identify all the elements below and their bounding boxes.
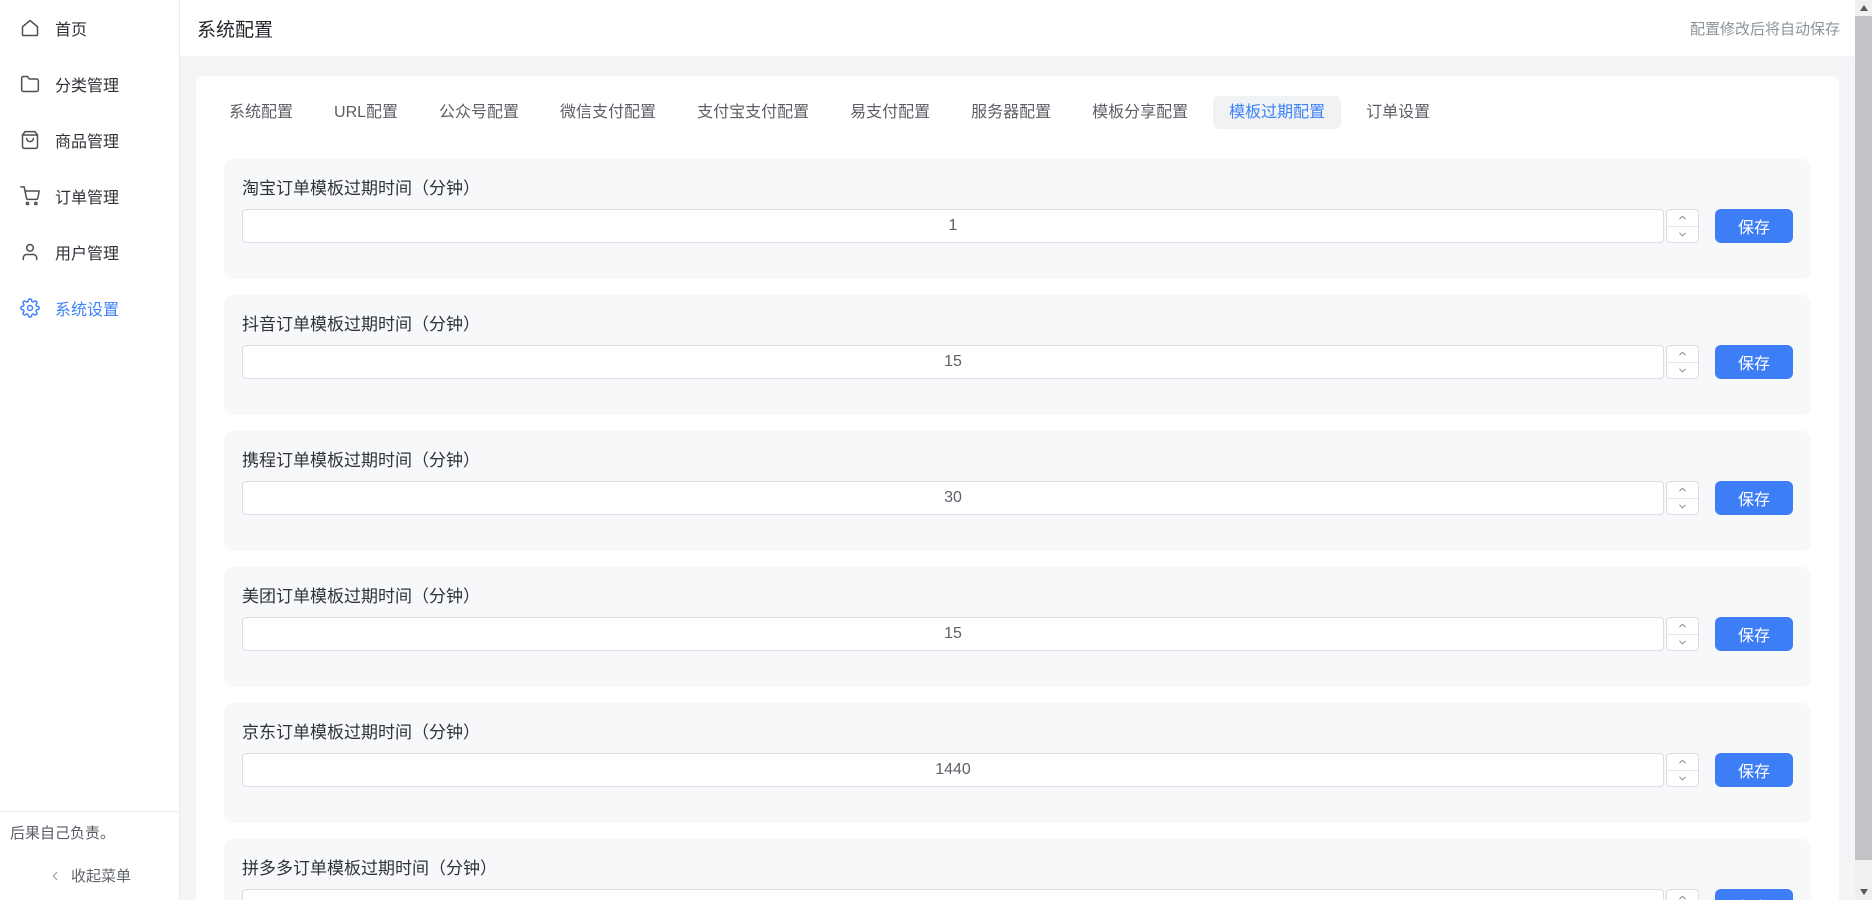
scroll-up-button[interactable] [1855,0,1872,16]
config-card: 系统配置 URL配置公众号配置微信支付配置支付宝支付配置易支付配置服务器配置模板分… [196,76,1839,900]
config-section-jingdong: 京东订单模板过期时间（分钟） 保存 [224,703,1811,823]
spinner-up-button[interactable] [1667,482,1698,498]
sidebar-item-label: 用户管理 [55,240,119,264]
section-input-row: 保存 [242,617,1793,651]
tab-4[interactable]: 支付宝支付配置 [681,96,825,129]
sidebar-item-label: 商品管理 [55,128,119,152]
expiry-minutes-input[interactable] [242,753,1664,787]
number-spinner [1666,753,1699,787]
folder-icon [20,74,40,94]
spinner-up-button[interactable] [1667,754,1698,770]
tab-3[interactable]: 微信支付配置 [544,96,672,129]
number-spinner [1666,617,1699,651]
tab-9[interactable]: 订单设置 [1350,96,1446,129]
spinner-up-button[interactable] [1667,890,1698,900]
tab-2[interactable]: 公众号配置 [423,96,535,129]
save-button[interactable]: 保存 [1715,617,1793,651]
sidebar-item-label: 首页 [55,16,87,40]
section-input-row: 保存 [242,209,1793,243]
sidebar-item-order[interactable]: 订单管理 [0,168,179,224]
sidebar-item-user[interactable]: 用户管理 [0,224,179,280]
section-label: 京东订单模板过期时间（分钟） [242,722,1793,743]
save-button[interactable]: 保存 [1715,753,1793,787]
spinner-down-button[interactable] [1667,498,1698,515]
number-spinner [1666,889,1699,900]
config-section-pinduoduo: 拼多多订单模板过期时间（分钟） 保存 [224,839,1811,900]
config-section-meituan: 美团订单模板过期时间（分钟） 保存 [224,567,1811,687]
sidebar-item-label: 订单管理 [55,184,119,208]
scroll-down-button[interactable] [1855,884,1872,900]
collapse-menu-label: 收起菜单 [71,865,131,886]
config-tabs: 系统配置 URL配置公众号配置微信支付配置支付宝支付配置易支付配置服务器配置模板分… [196,96,1839,129]
scrollbar-thumb[interactable] [1855,16,1872,860]
number-spinner [1666,345,1699,379]
save-button[interactable]: 保存 [1715,481,1793,515]
tab-6[interactable]: 服务器配置 [955,96,1067,129]
section-label: 携程订单模板过期时间（分钟） [242,450,1793,471]
spinner-up-button[interactable] [1667,618,1698,634]
number-spinner [1666,209,1699,243]
expiry-minutes-input[interactable] [242,481,1664,515]
collapse-menu-button[interactable]: 收起菜单 [0,865,179,886]
save-button[interactable]: 保存 [1715,209,1793,243]
number-spinner [1666,481,1699,515]
app-window: 首页 分类管理 商品管理 订单管理 用户管理 系统设置 ，后果自己负责。 收起菜… [0,0,1872,900]
footer-notice-text: ，后果自己负责。 [0,825,179,843]
section-input-row: 保存 [242,345,1793,379]
expiry-minutes-input[interactable] [242,617,1664,651]
chevron-left-icon [48,869,62,883]
tab-7[interactable]: 模板分享配置 [1076,96,1204,129]
sidebar-item-home[interactable]: 首页 [0,0,179,56]
section-label: 抖音订单模板过期时间（分钟） [242,314,1793,335]
section-label: 拼多多订单模板过期时间（分钟） [242,858,1793,879]
save-button[interactable]: 保存 [1715,345,1793,379]
user-icon [20,242,40,262]
main-area: 系统配置 配置修改后将自动保存 系统配置 URL配置公众号配置微信支付配置支付宝支… [180,0,1872,900]
triangle-up-icon [1860,5,1868,11]
section-input-row: 保存 [242,889,1793,900]
expiry-minutes-input[interactable] [242,345,1664,379]
sidebar-item-product[interactable]: 商品管理 [0,112,179,168]
sidebar-item-label: 系统设置 [55,296,119,320]
config-section-taobao: 淘宝订单模板过期时间（分钟） 保存 [224,159,1811,279]
triangle-down-icon [1860,889,1868,895]
config-sections: 淘宝订单模板过期时间（分钟） 保存 抖音订单模板过期时间（分钟） [196,129,1839,900]
spinner-up-button[interactable] [1667,210,1698,226]
sidebar-item-category[interactable]: 分类管理 [0,56,179,112]
expiry-minutes-input[interactable] [242,889,1664,900]
spinner-up-button[interactable] [1667,346,1698,362]
section-input-row: 保存 [242,481,1793,515]
sidebar-menu: 首页 分类管理 商品管理 订单管理 用户管理 系统设置 [0,0,179,336]
tab-0[interactable]: 系统配置 [213,96,309,129]
config-section-xiecheng: 携程订单模板过期时间（分钟） 保存 [224,431,1811,551]
section-label: 淘宝订单模板过期时间（分钟） [242,178,1793,199]
sidebar: 首页 分类管理 商品管理 订单管理 用户管理 系统设置 ，后果自己负责。 收起菜… [0,0,180,900]
spinner-down-button[interactable] [1667,634,1698,651]
gear-icon [20,298,40,318]
spinner-down-button[interactable] [1667,362,1698,379]
save-button[interactable]: 保存 [1715,889,1793,900]
vertical-scrollbar[interactable] [1855,0,1872,900]
tab-5[interactable]: 易支付配置 [834,96,946,129]
page-header: 系统配置 配置修改后将自动保存 [180,0,1872,57]
bag-icon [20,130,40,150]
section-input-row: 保存 [242,753,1793,787]
cart-icon [20,186,40,206]
expiry-minutes-input[interactable] [242,209,1664,243]
config-section-douyin: 抖音订单模板过期时间（分钟） 保存 [224,295,1811,415]
tab-8[interactable]: 模板过期配置 [1213,96,1341,129]
tab-1[interactable]: URL配置 [318,96,414,129]
page-title: 系统配置 [197,15,273,42]
sidebar-footer: ，后果自己负责。 收起菜单 [0,811,179,900]
spinner-down-button[interactable] [1667,770,1698,787]
sidebar-item-settings[interactable]: 系统设置 [0,280,179,336]
sidebar-item-label: 分类管理 [55,72,119,96]
section-label: 美团订单模板过期时间（分钟） [242,586,1793,607]
auto-save-note: 配置修改后将自动保存 [1690,18,1840,39]
home-icon [20,18,40,38]
spinner-down-button[interactable] [1667,226,1698,243]
